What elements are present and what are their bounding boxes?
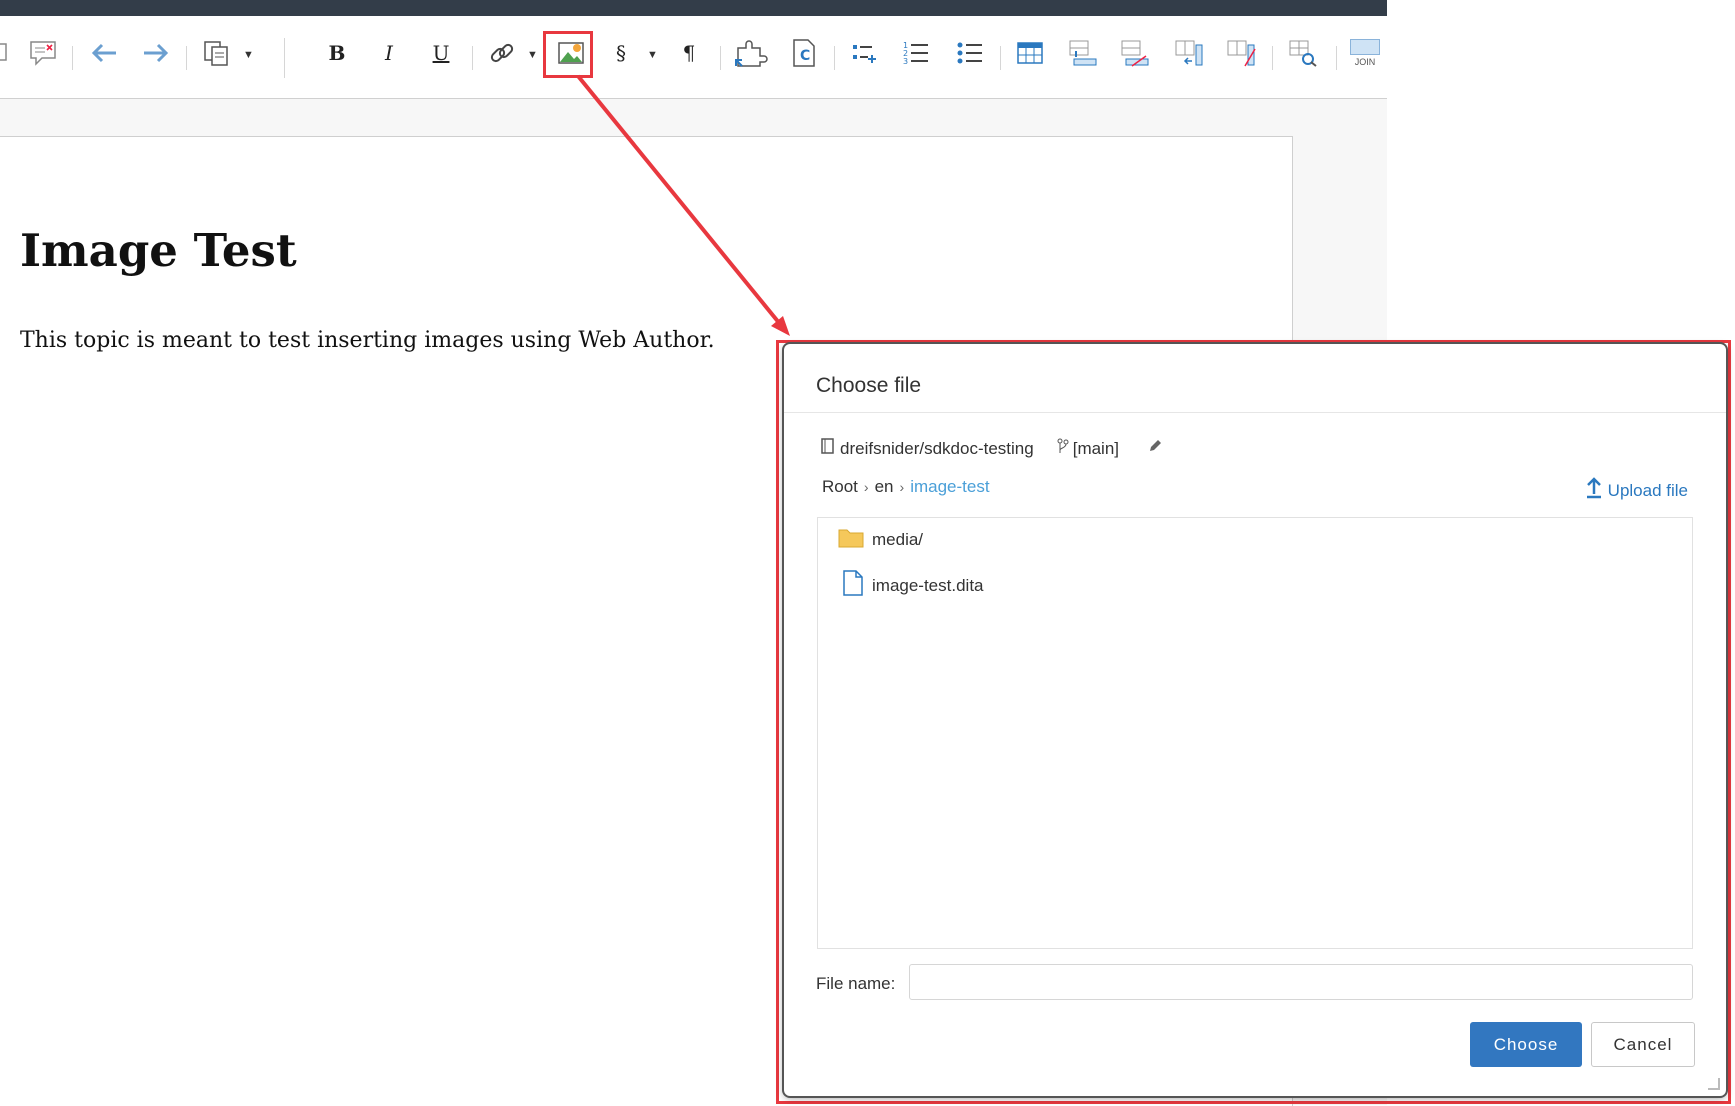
file-list: media/ image-test.dita	[817, 517, 1693, 949]
underline-button[interactable]: U	[426, 36, 456, 70]
document-paragraph[interactable]: This topic is meant to test inserting im…	[20, 328, 715, 353]
toolbar-separator	[1272, 46, 1273, 70]
upload-file-label: Upload file	[1607, 480, 1688, 500]
join-cells-icon	[1350, 39, 1380, 55]
repository-info: dreifsnider/sdkdoc-testing [main]	[820, 437, 1163, 460]
choose-button[interactable]: Choose	[1470, 1022, 1582, 1067]
app-top-bar	[0, 0, 1387, 16]
editor-toolbar: ▼ B I U ▼ § ▼ ¶ C 123 JOIN	[0, 16, 1387, 99]
table-column-delete-icon[interactable]	[1224, 36, 1258, 70]
cancel-button[interactable]: Cancel	[1591, 1022, 1695, 1067]
file-name: media/	[872, 529, 924, 549]
table-row-delete-icon[interactable]	[1118, 36, 1152, 70]
section-button[interactable]: §	[608, 36, 634, 70]
redo-icon[interactable]	[140, 36, 172, 70]
link-icon[interactable]	[486, 36, 518, 70]
join-cells-button[interactable]: JOIN	[1348, 36, 1382, 70]
section-dropdown-chevron-icon[interactable]: ▼	[647, 49, 658, 61]
document-title[interactable]: Image Test	[20, 224, 297, 277]
chevron-right-icon: ›	[863, 479, 869, 495]
comment-delete-icon[interactable]	[26, 36, 60, 70]
file-name: image-test.dita	[872, 575, 984, 595]
dialog-title: Choose file	[816, 374, 922, 397]
branch-icon	[1056, 437, 1070, 460]
image-button-highlight-annotation	[543, 31, 593, 78]
unordered-list-icon[interactable]	[954, 36, 986, 70]
link-dropdown-chevron-icon[interactable]: ▼	[527, 49, 538, 61]
repository-name: dreifsnider/sdkdoc-testing	[840, 438, 1034, 458]
folder-icon	[838, 526, 864, 553]
breadcrumb-root[interactable]: Root	[822, 477, 858, 497]
toolbar-separator	[1336, 46, 1337, 70]
ordered-list-icon[interactable]: 123	[900, 36, 932, 70]
toolbar-separator	[834, 46, 835, 70]
file-name-label: File name:	[816, 974, 896, 993]
insert-list-item-icon[interactable]	[848, 36, 880, 70]
table-column-insert-icon[interactable]	[1172, 36, 1206, 70]
chevron-right-icon: ›	[899, 479, 905, 495]
insert-conref-puzzle-icon[interactable]	[732, 36, 770, 70]
paste-icon[interactable]	[200, 36, 232, 70]
repository-book-icon	[820, 437, 836, 460]
table-row-insert-icon[interactable]	[1066, 36, 1100, 70]
insert-table-icon[interactable]	[1014, 36, 1046, 70]
bold-button[interactable]: B	[322, 36, 352, 70]
upload-file-button[interactable]: Upload file	[1586, 477, 1688, 504]
choose-file-dialog: Choose file dreifsnider/sdkdoc-testing […	[784, 344, 1726, 1096]
partial-icon[interactable]	[0, 36, 10, 70]
svg-text:3: 3	[903, 57, 908, 66]
toolbar-separator	[284, 38, 285, 78]
toolbar-separator	[72, 46, 73, 70]
breadcrumb: Root › en › image-test	[822, 477, 990, 497]
file-name-input[interactable]	[909, 964, 1693, 1000]
toolbar-separator	[472, 46, 473, 70]
resize-handle[interactable]	[1708, 1078, 1720, 1090]
breadcrumb-en[interactable]: en	[875, 477, 894, 497]
insert-content-document-icon[interactable]: C	[786, 36, 820, 70]
upload-arrow-icon	[1586, 477, 1602, 504]
breadcrumb-current[interactable]: image-test	[910, 477, 989, 497]
undo-icon[interactable]	[88, 36, 120, 70]
branch-name: [main]	[1072, 438, 1120, 458]
paste-dropdown-chevron-icon[interactable]: ▼	[243, 49, 254, 61]
table-properties-icon[interactable]	[1286, 36, 1320, 70]
toolbar-separator	[1000, 46, 1001, 70]
toolbar-separator	[720, 46, 721, 70]
toolbar-separator	[186, 46, 187, 70]
list-item-folder[interactable]: media/	[838, 526, 923, 553]
join-cells-label: JOIN	[1354, 57, 1376, 67]
svg-text:C: C	[800, 48, 810, 64]
dialog-divider	[784, 412, 1726, 413]
list-item-file[interactable]: image-test.dita	[838, 570, 984, 601]
edit-pencil-icon[interactable]	[1147, 438, 1163, 459]
italic-button[interactable]: I	[374, 36, 404, 70]
paragraph-marks-button[interactable]: ¶	[674, 36, 704, 70]
file-document-icon	[842, 570, 864, 601]
